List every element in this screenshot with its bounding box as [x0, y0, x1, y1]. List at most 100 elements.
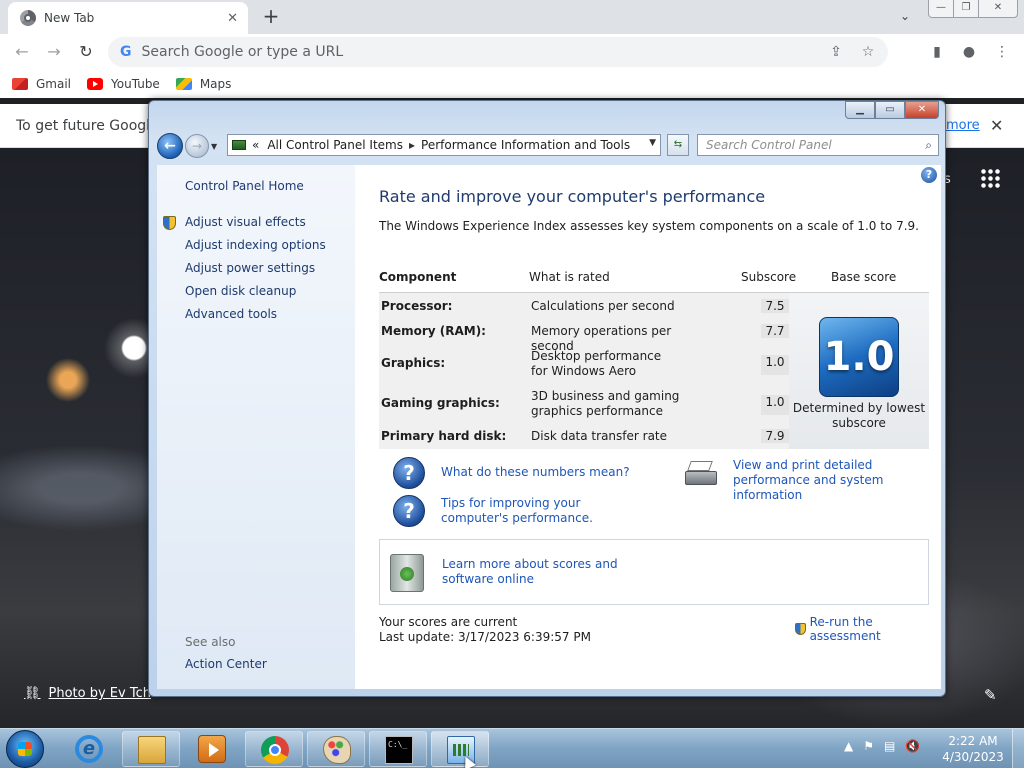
clock-time: 2:22 AM — [948, 734, 998, 748]
taskbar-control-panel[interactable] — [431, 731, 489, 767]
taskbar-command-prompt[interactable]: C:\_ — [369, 731, 427, 767]
bookmark-gmail[interactable]: Gmail — [12, 77, 71, 91]
start-button[interactable] — [6, 730, 44, 768]
back-button[interactable]: ← — [10, 40, 34, 64]
window-caption-buttons: ▁ ▭ ✕ — [845, 101, 939, 119]
address-bar[interactable]: « All Control Panel Items ▸ Performance … — [227, 134, 661, 156]
photo-credit-link[interactable]: ⛓ Photo by Ev Tch — [24, 686, 151, 701]
bookmark-label: Gmail — [36, 77, 72, 91]
breadcrumb-separator-icon[interactable]: ▸ — [409, 138, 415, 152]
google-apps-icon[interactable] — [980, 168, 1000, 188]
taskbar-media-player[interactable] — [183, 731, 241, 767]
maximize-button[interactable]: ▭ — [875, 101, 905, 119]
info-bar-learn-more-link[interactable]: more — [946, 118, 980, 133]
page-intro: The Windows Experience Index assesses ke… — [379, 219, 919, 233]
row-component: Primary hard disk: — [381, 429, 507, 443]
tab-search-icon[interactable]: ⌄ — [895, 6, 915, 26]
omnibox[interactable]: G Search Google or type a URL ⇪ ☆ — [108, 37, 888, 67]
info-bar-close-icon[interactable]: ✕ — [990, 116, 1003, 135]
rerun-assessment-link[interactable]: Re-run the assessment — [795, 615, 941, 643]
tab-new-tab[interactable]: New Tab ✕ — [8, 2, 248, 34]
row-what-is-rated: 3D business and gaming graphics performa… — [531, 389, 680, 418]
paint-icon — [323, 736, 351, 764]
header-what-is-rated: What is rated — [529, 270, 610, 284]
profile-icon[interactable]: ● — [959, 42, 979, 62]
search-control-panel-input[interactable]: Search Control Panel ⌕ — [697, 134, 939, 156]
show-hidden-icons-icon[interactable]: ▲ — [844, 739, 853, 753]
table-header: Component What is rated Subscore Base sc… — [379, 261, 929, 293]
adjust-power-settings-link[interactable]: Adjust power settings — [185, 261, 326, 284]
minimize-button[interactable]: ▁ — [845, 101, 875, 119]
task-pane: Control Panel Home Adjust visual effects… — [157, 165, 355, 689]
page-title: Rate and improve your computer's perform… — [379, 187, 766, 206]
row-component: Memory (RAM): — [381, 324, 486, 338]
tab-close-icon[interactable]: ✕ — [227, 11, 238, 26]
chrome-favicon-icon — [20, 10, 36, 26]
omnibox-placeholder[interactable]: Search Google or type a URL — [142, 44, 825, 60]
browser-close-button[interactable]: ✕ — [978, 0, 1018, 18]
share-icon[interactable]: ⇪ — [824, 44, 848, 60]
header-component: Component — [379, 270, 457, 284]
taskbar-paint[interactable] — [307, 731, 365, 767]
browser-toolbar: ← → ↻ G Search Google or type a URL ⇪ ☆ … — [0, 34, 1024, 70]
row-what-is-rated: Desktop performance for Windows Aero — [531, 349, 662, 378]
back-arrow-icon[interactable]: ← — [157, 133, 183, 159]
photo-credit-text: Photo by Ev Tch — [48, 686, 151, 701]
taskbar-chrome[interactable] — [245, 731, 303, 767]
bookmark-youtube[interactable]: YouTube — [87, 77, 160, 91]
action-center-flag-icon[interactable]: ⚑ — [863, 739, 874, 753]
address-dropdown-icon[interactable]: ▼ — [649, 138, 656, 148]
bookmark-star-icon[interactable]: ☆ — [856, 44, 880, 60]
tips-for-improving-link[interactable]: Tips for improving your computer's perfo… — [441, 496, 651, 526]
customize-pencil-icon[interactable]: ✎ — [984, 686, 997, 704]
volume-muted-icon[interactable]: 🔇 — [905, 739, 920, 753]
row-subscore: 7.9 — [761, 429, 789, 443]
media-player-icon — [198, 735, 226, 763]
breadcrumb-all-items[interactable]: All Control Panel Items — [267, 138, 403, 152]
control-panel-home-link[interactable]: Control Panel Home — [185, 179, 304, 193]
score-table: Component What is rated Subscore Base sc… — [379, 261, 929, 449]
close-button[interactable]: ✕ — [905, 101, 939, 119]
control-panel-icon — [232, 140, 246, 150]
taskbar-windows-explorer[interactable] — [122, 731, 180, 767]
browser-minimize-button[interactable]: — — [928, 0, 954, 18]
row-component: Processor: — [381, 299, 453, 313]
base-score-note: Determined by lowest subscore — [792, 401, 926, 430]
show-desktop-button[interactable] — [1012, 729, 1024, 768]
base-score-cell: 1.0 Determined by lowest subscore — [789, 293, 929, 449]
advanced-tools-link[interactable]: Advanced tools — [185, 307, 326, 330]
system-clock[interactable]: 2:22 AM 4/30/2023 — [938, 733, 1008, 765]
open-disk-cleanup-link[interactable]: Open disk cleanup — [185, 284, 326, 307]
row-subscore: 7.5 — [761, 299, 789, 313]
search-icon[interactable]: ⌕ — [925, 138, 932, 153]
help-icon[interactable]: ? — [921, 167, 937, 183]
breadcrumb-performance[interactable]: Performance Information and Tools — [421, 138, 630, 152]
recent-pages-dropdown-icon[interactable]: ▼ — [211, 142, 217, 151]
taskbar-internet-explorer[interactable]: e — [60, 731, 118, 767]
link-icon: ⛓ — [24, 686, 41, 701]
reload-button[interactable]: ↻ — [74, 40, 98, 64]
network-icon[interactable]: ▤ — [884, 739, 895, 753]
uac-shield-icon — [795, 623, 806, 635]
adjust-indexing-options-link[interactable]: Adjust indexing options — [185, 238, 326, 261]
adjust-visual-effects-link[interactable]: Adjust visual effects — [185, 215, 326, 238]
what-do-these-numbers-mean-link[interactable]: What do these numbers mean? — [441, 465, 630, 480]
bookmark-maps[interactable]: Maps — [175, 77, 231, 91]
row-subscore: 1.0 — [761, 355, 789, 375]
chrome-menu-icon[interactable]: ⋮ — [992, 42, 1012, 62]
side-panel-icon[interactable]: ▮ — [927, 42, 947, 62]
search-placeholder: Search Control Panel — [706, 138, 832, 152]
learn-more-scores-link[interactable]: Learn more about scores and software onl… — [442, 557, 672, 587]
notification-area: ▲ ⚑ ▤ 🔇 — [844, 739, 930, 753]
bookmark-label: YouTube — [111, 77, 160, 91]
new-tab-button[interactable]: + — [259, 4, 283, 28]
browser-maximize-button[interactable]: ❐ — [953, 0, 979, 18]
clock-date: 4/30/2023 — [942, 750, 1004, 764]
refresh-icon[interactable]: ⇆ — [667, 134, 689, 156]
scores-current-text: Your scores are current — [379, 615, 518, 629]
breadcrumb-overflow[interactable]: « — [252, 138, 259, 152]
view-and-print-details-link[interactable]: View and print detailed performance and … — [733, 458, 933, 503]
forward-button[interactable]: → — [42, 40, 66, 64]
forward-arrow-icon[interactable]: → — [185, 134, 209, 158]
action-center-link[interactable]: Action Center — [185, 657, 267, 671]
